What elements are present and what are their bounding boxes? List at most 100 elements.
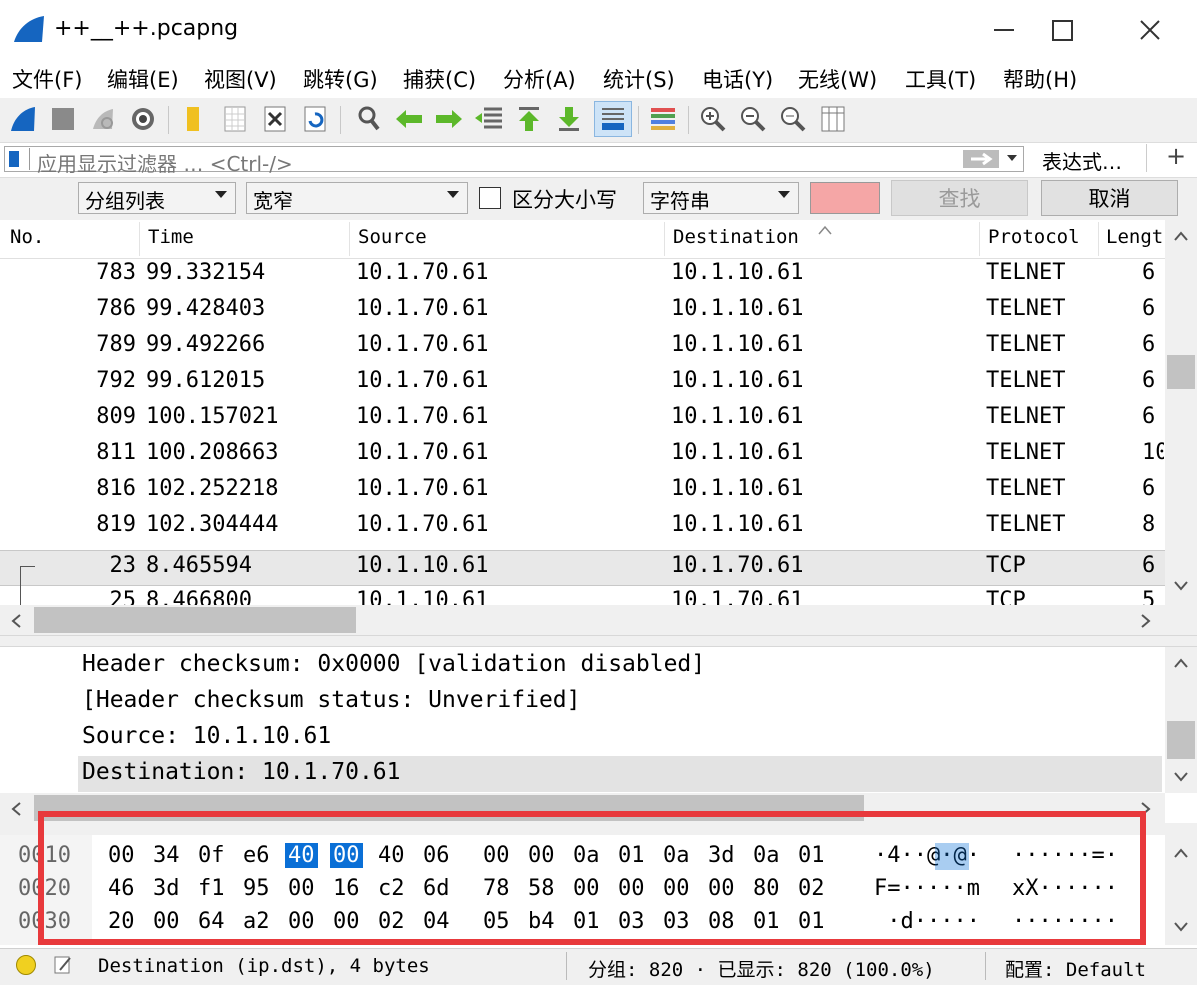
chevron-down-icon [447, 191, 459, 198]
display-filter-input[interactable]: 应用显示过滤器 … <Ctrl-/> [4, 146, 1024, 176]
go-to-packet-button[interactable] [472, 101, 506, 137]
status-profile[interactable]: 配置: Default [1005, 955, 1193, 982]
table-row[interactable]: 819 102.304444 10.1.70.61 10.1.10.61 TELNET 8 [0, 510, 1165, 546]
expression-button[interactable]: 表达式… [1042, 146, 1122, 175]
table-row[interactable]: 809 100.157021 10.1.70.61 10.1.10.61 TELNET 6 [0, 402, 1165, 438]
status-divider [985, 952, 986, 980]
cell-src: 10.1.70.61 [356, 296, 489, 321]
table-row[interactable]: 783 99.332154 10.1.70.61 10.1.10.61 TELNET 6 [0, 258, 1165, 294]
cell-no: 792 [96, 368, 136, 393]
zoom-in-button[interactable] [696, 101, 730, 137]
menu-help[interactable]: 帮助(H) [1003, 64, 1077, 94]
close-file-button[interactable] [258, 101, 292, 137]
filter-placeholder: 应用显示过滤器 … <Ctrl-/> [37, 152, 293, 176]
expert-info-icon[interactable] [16, 955, 36, 975]
open-file-button[interactable] [176, 101, 210, 137]
cell-no: 811 [96, 440, 136, 465]
cancel-button[interactable]: 取消 [1041, 180, 1178, 216]
menu-tools[interactable]: 工具(T) [905, 64, 976, 94]
table-row[interactable]: 816 102.252218 10.1.70.61 10.1.10.61 TELNET 6 [0, 474, 1165, 510]
case-sensitive-checkbox[interactable] [479, 187, 501, 209]
menu-statistics[interactable]: 统计(S) [603, 64, 675, 94]
arrow-down-bar-icon [559, 107, 579, 131]
menu-analyze[interactable]: 分析(A) [503, 64, 576, 94]
search-type-value: 字符串 [650, 189, 710, 213]
cell-no: 789 [96, 332, 136, 357]
cell-len: 6 [1142, 368, 1156, 393]
resize-columns-button[interactable] [816, 101, 850, 137]
search-input[interactable] [810, 182, 880, 214]
details-vertical-scrollbar[interactable] [1165, 647, 1197, 793]
table-row[interactable]: 23 8.465594 10.1.10.61 10.1.70.61 TCP 6 [0, 550, 1165, 586]
cell-time: 102.304444 [146, 512, 279, 537]
search-scope-select[interactable]: 分组列表 [78, 182, 236, 214]
find-packet-button[interactable] [352, 101, 386, 137]
column-header-source[interactable]: Source [358, 226, 427, 248]
chevron-down-icon [1174, 772, 1188, 782]
apply-filter-button[interactable] [963, 150, 999, 168]
cell-time: 8.465594 [146, 553, 252, 578]
menu-view[interactable]: 视图(V) [204, 64, 277, 94]
bytes-vertical-scrollbar[interactable] [1165, 835, 1197, 945]
menu-telephony[interactable]: 电话(Y) [702, 64, 773, 94]
restart-capture-button[interactable] [86, 101, 120, 137]
start-capture-button[interactable] [6, 101, 40, 137]
detail-header-checksum[interactable]: Header checksum: 0x0000 [validation disa… [82, 651, 705, 677]
zoom-normal-button[interactable] [776, 101, 810, 137]
table-row[interactable]: 786 99.428403 10.1.70.61 10.1.10.61 TELNET 6 [0, 294, 1165, 330]
packet-list-vertical-scrollbar[interactable] [1165, 220, 1197, 605]
column-header-protocol[interactable]: Protocol [988, 226, 1080, 248]
highlight-annotation-box [38, 811, 1146, 945]
first-packet-button[interactable] [512, 101, 546, 137]
capture-options-button[interactable] [126, 101, 160, 137]
menu-capture[interactable]: 捕获(C) [403, 64, 476, 94]
detail-source[interactable]: Source: 10.1.10.61 [82, 723, 331, 749]
menu-file[interactable]: 文件(F) [12, 64, 82, 94]
cell-len: 6 [1142, 404, 1156, 429]
table-row[interactable]: 25 8.466800 10.1.10.61 10.1.70.61 TCP 5 [0, 586, 1165, 605]
go-forward-button[interactable] [432, 101, 466, 137]
column-header-no[interactable]: No. [10, 226, 44, 248]
edit-comment-icon[interactable] [52, 954, 74, 976]
menu-edit[interactable]: 编辑(E) [107, 64, 179, 94]
save-file-button[interactable] [218, 101, 252, 137]
zoom-out-icon [741, 107, 766, 132]
column-header-destination[interactable]: Destination [673, 226, 799, 248]
auto-scroll-button[interactable] [594, 101, 632, 137]
column-separator [1098, 222, 1099, 256]
search-type-select[interactable]: 字符串 [643, 182, 799, 214]
character-width-select[interactable]: 宽窄 [246, 182, 468, 214]
column-header-time[interactable]: Time [148, 226, 194, 248]
packet-list-horizontal-scrollbar[interactable] [0, 605, 1165, 635]
stop-capture-button[interactable] [46, 101, 80, 137]
column-header-length[interactable]: Lengt [1106, 226, 1164, 248]
find-button[interactable]: 查找 [891, 180, 1028, 216]
cell-time: 99.612015 [146, 368, 266, 393]
colorize-button[interactable] [646, 101, 680, 137]
menu-go[interactable]: 跳转(G) [303, 64, 378, 94]
go-back-button[interactable] [392, 101, 426, 137]
scrollbar-thumb[interactable] [34, 607, 356, 633]
status-divider [566, 952, 567, 980]
table-row[interactable]: 789 99.492266 10.1.70.61 10.1.10.61 TELNET 6 [0, 330, 1165, 366]
detail-checksum-status[interactable]: [Header checksum status: Unverified] [82, 687, 581, 713]
scrollbar-thumb[interactable] [1167, 355, 1195, 389]
table-row[interactable]: 811 100.208663 10.1.70.61 10.1.10.61 TELNET 1… [0, 438, 1165, 474]
last-packet-button[interactable] [552, 101, 586, 137]
cell-dst: 10.1.10.61 [671, 368, 804, 393]
scrollbar-thumb[interactable] [1167, 721, 1195, 759]
arrow-up-bar-icon [519, 107, 539, 131]
table-row[interactable]: 792 99.612015 10.1.70.61 10.1.10.61 TELNET 6 [0, 366, 1165, 402]
arrow-right-icon [971, 152, 993, 166]
chevron-down-icon[interactable] [1007, 155, 1017, 161]
minimize-button[interactable] [974, 0, 1034, 60]
maximize-button[interactable] [1032, 0, 1092, 60]
menu-wireless[interactable]: 无线(W) [798, 64, 877, 94]
add-filter-button[interactable]: + [1166, 142, 1186, 170]
zoom-out-button[interactable] [736, 101, 770, 137]
detail-destination[interactable]: Destination: 10.1.70.61 [82, 759, 401, 785]
close-button[interactable] [1120, 0, 1180, 60]
pane-splitter[interactable] [0, 635, 1197, 647]
reload-file-button[interactable] [298, 101, 332, 137]
colorize-icon [651, 108, 675, 130]
